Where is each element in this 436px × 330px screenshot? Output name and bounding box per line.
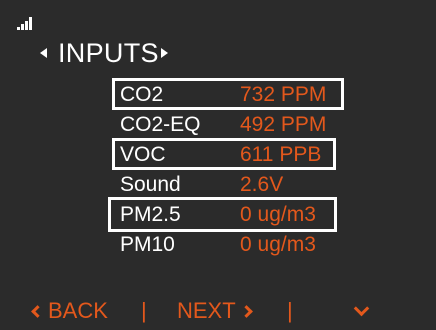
reading-label: VOC [120, 143, 166, 166]
previous-page-arrow-icon[interactable] [40, 48, 47, 58]
scroll-down-button[interactable] [353, 296, 370, 326]
next-page-arrow-icon[interactable] [160, 48, 168, 58]
reading-label: CO2 [120, 83, 164, 106]
footer-separator: | [287, 298, 293, 323]
page-title: INPUTS [58, 38, 159, 68]
reading-row-sound[interactable]: Sound 2.6V [120, 170, 350, 200]
chevron-right-icon [239, 305, 253, 318]
back-button[interactable]: BACK [31, 296, 108, 326]
signal-bars-icon [17, 16, 37, 30]
footer-separator: | [141, 298, 147, 323]
reading-value: 732 PPM [240, 83, 327, 106]
chevron-down-icon [353, 300, 370, 317]
reading-row-co2-eq[interactable]: CO2-EQ 492 PPM [120, 110, 350, 140]
chevron-left-icon [31, 305, 44, 318]
reading-label: Sound [120, 173, 181, 196]
reading-label: CO2-EQ [120, 113, 201, 136]
back-label: BACK [48, 298, 108, 323]
reading-row-pm2-5[interactable]: PM2.5 0 ug/m3 [120, 200, 350, 230]
reading-value: 0 ug/m3 [240, 233, 316, 256]
next-button[interactable]: NEXT [177, 296, 253, 326]
page-header: INPUTS [40, 36, 168, 70]
reading-value: 2.6V [240, 173, 284, 196]
next-label: NEXT [177, 298, 236, 323]
reading-value: 611 PPB [240, 143, 322, 166]
reading-label: PM10 [120, 233, 175, 256]
reading-row-co2[interactable]: CO2 732 PPM [120, 80, 350, 110]
reading-label: PM2.5 [120, 203, 181, 226]
reading-value: 492 PPM [240, 113, 327, 136]
reading-value: 0 ug/m3 [240, 203, 316, 226]
reading-row-voc[interactable]: VOC 611 PPB [120, 140, 350, 170]
reading-row-pm10[interactable]: PM10 0 ug/m3 [120, 230, 350, 260]
